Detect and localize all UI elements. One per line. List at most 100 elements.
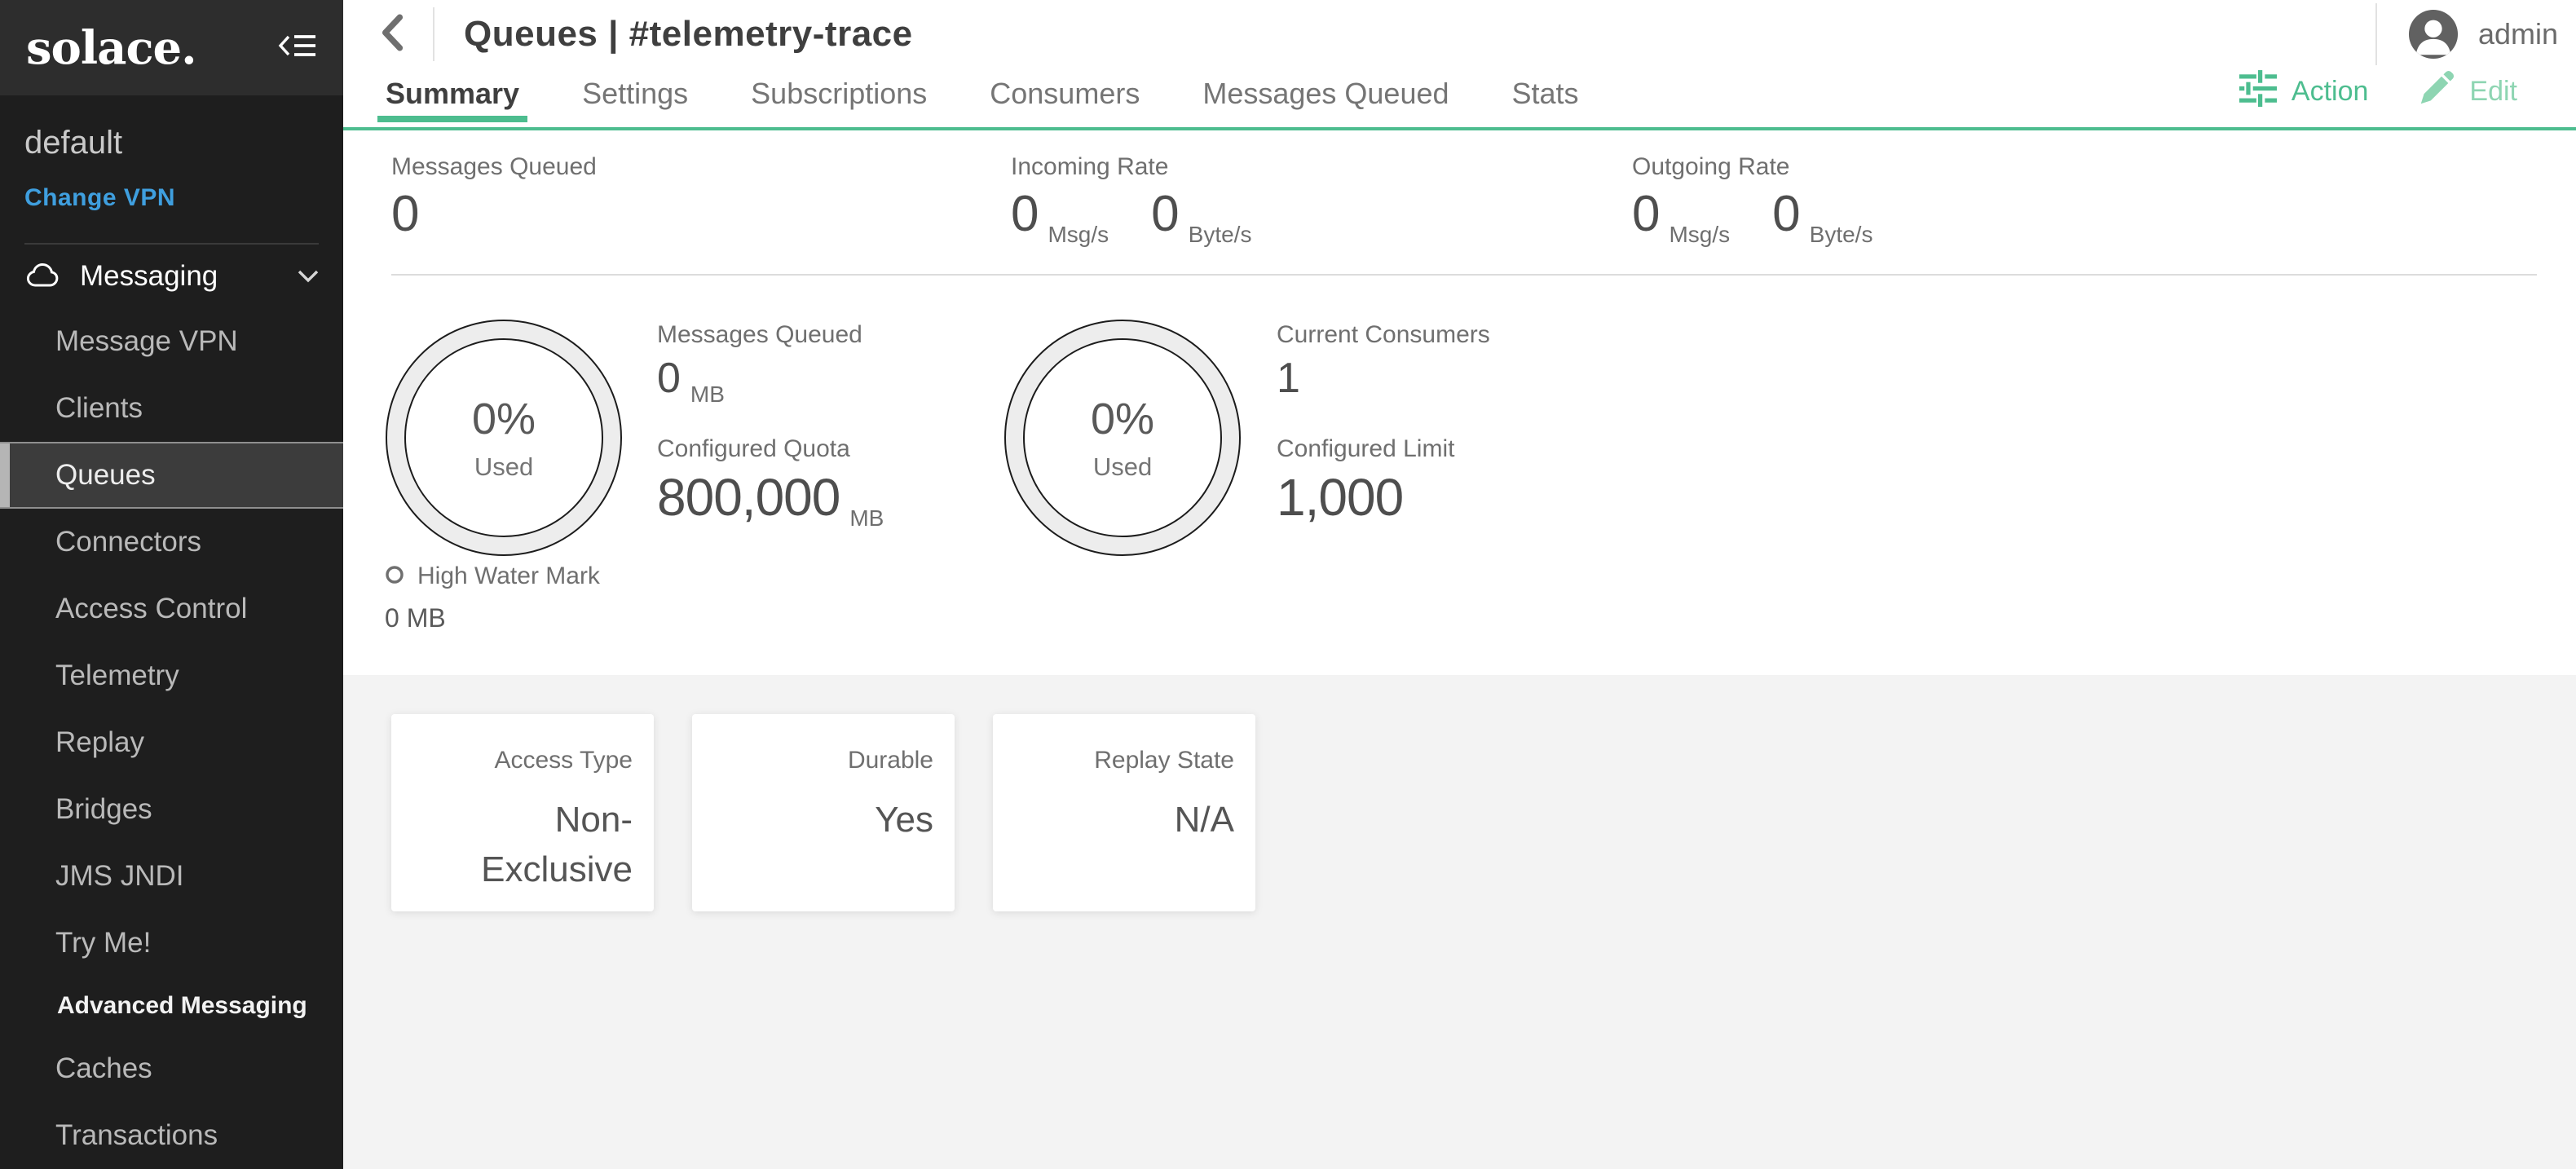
metric-value: 1 bbox=[1277, 357, 1300, 399]
stat-value: 0 bbox=[1772, 189, 1799, 240]
gauge-percent: 0% bbox=[472, 394, 536, 444]
edit-label: Edit bbox=[2469, 76, 2517, 108]
stat-value: 0 bbox=[1151, 189, 1178, 240]
metric-label: Configured Limit bbox=[1277, 435, 1490, 463]
stats-row: Messages Queued 0 Incoming Rate 0 Msg/s … bbox=[343, 130, 2576, 276]
card-value: Non-Exclusive bbox=[412, 796, 633, 894]
collapse-menu-icon bbox=[278, 31, 317, 64]
stat-unit: Msg/s bbox=[1048, 222, 1109, 248]
tab-actions: Action Edit bbox=[2239, 69, 2576, 127]
stat-unit: Byte/s bbox=[1189, 222, 1252, 248]
change-vpn-link[interactable]: Change VPN bbox=[24, 184, 175, 212]
consumers-usage-gauge: 0% Used bbox=[1003, 319, 1242, 557]
gauge-percent: 0% bbox=[1091, 394, 1154, 444]
stat-messages-queued: Messages Queued 0 bbox=[391, 153, 597, 240]
stat-unit: Byte/s bbox=[1810, 222, 1873, 248]
tab-messages-queued[interactable]: Messages Queued bbox=[1202, 77, 1449, 127]
gauges-row: 0% Used Messages Queued 0 MB Configured … bbox=[343, 276, 2576, 675]
tab-settings[interactable]: Settings bbox=[582, 77, 688, 127]
stat-label: Incoming Rate bbox=[1011, 153, 1251, 181]
sidebar-section-messaging[interactable]: Messaging bbox=[0, 245, 343, 308]
metric-label: Configured Quota bbox=[657, 435, 884, 463]
metric-unit: MB bbox=[849, 505, 884, 532]
card-label: Access Type bbox=[494, 747, 633, 774]
stat-incoming-rate: Incoming Rate 0 Msg/s 0 Byte/s bbox=[1011, 153, 1251, 240]
sidebar-nav: Message VPN Clients Queues Connectors Ac… bbox=[0, 308, 343, 1169]
stat-label: Messages Queued bbox=[391, 153, 597, 181]
stat-label: Outgoing Rate bbox=[1632, 153, 1872, 181]
sidebar-item-caches[interactable]: Caches bbox=[0, 1035, 343, 1102]
stat-unit: Msg/s bbox=[1669, 222, 1730, 248]
stat-value: 0 bbox=[1632, 189, 1659, 240]
cloud-icon bbox=[24, 261, 62, 293]
action-button[interactable]: Action bbox=[2239, 69, 2369, 114]
stat-outgoing-rate: Outgoing Rate 0 Msg/s 0 Byte/s bbox=[1632, 153, 1872, 240]
card-value: N/A bbox=[1175, 796, 1234, 845]
sidebar-item-message-vpn[interactable]: Message VPN bbox=[0, 308, 343, 375]
user-divider bbox=[2375, 3, 2377, 65]
edit-button[interactable]: Edit bbox=[2419, 70, 2517, 113]
tab-summary[interactable]: Summary bbox=[386, 77, 519, 127]
metric-value: 800,000 bbox=[657, 471, 840, 523]
stat-value: 0 bbox=[1011, 189, 1038, 240]
sidebar-item-access-control[interactable]: Access Control bbox=[0, 576, 343, 642]
user-menu[interactable]: admin bbox=[2375, 3, 2576, 65]
solace-logo: solace. bbox=[26, 21, 196, 75]
top-bar: Queues | #telemetry-trace admin bbox=[343, 0, 2576, 68]
card-access-type: Access Type Non-Exclusive bbox=[391, 714, 654, 911]
action-label: Action bbox=[2291, 76, 2369, 108]
gauge-percent-label: Used bbox=[1093, 452, 1152, 482]
stat-value: 0 bbox=[391, 189, 418, 240]
title-divider bbox=[433, 7, 434, 61]
username: admin bbox=[2478, 17, 2558, 51]
back-button[interactable] bbox=[343, 14, 405, 55]
metric-unit: MB bbox=[690, 382, 725, 408]
chevron-down-icon bbox=[298, 270, 319, 283]
user-avatar-icon bbox=[2408, 9, 2459, 60]
sidebar-item-replay[interactable]: Replay bbox=[0, 709, 343, 776]
high-water-mark: High Water Mark 0 MB bbox=[385, 562, 600, 633]
back-chevron-icon bbox=[379, 14, 405, 55]
sidebar-logo-bar: solace. bbox=[0, 0, 343, 95]
sidebar-collapse-button[interactable] bbox=[278, 31, 317, 64]
sidebar-item-connectors[interactable]: Connectors bbox=[0, 509, 343, 576]
sidebar-item-transactions[interactable]: Transactions bbox=[0, 1102, 343, 1169]
sidebar-item-telemetry[interactable]: Telemetry bbox=[0, 642, 343, 709]
metric-label: Current Consumers bbox=[1277, 321, 1490, 349]
pencil-icon bbox=[2419, 70, 2455, 113]
quota-metrics: Messages Queued 0 MB Configured Quota 80… bbox=[657, 321, 884, 523]
metric-label: Messages Queued bbox=[657, 321, 884, 349]
sidebar-item-try-me[interactable]: Try Me! bbox=[0, 910, 343, 977]
tab-consumers[interactable]: Consumers bbox=[990, 77, 1140, 127]
card-label: Replay State bbox=[1094, 747, 1234, 774]
tab-subscriptions[interactable]: Subscriptions bbox=[751, 77, 927, 127]
sidebar-item-jms-jndi[interactable]: JMS JNDI bbox=[0, 843, 343, 910]
card-value: Yes bbox=[875, 796, 933, 845]
vpn-block: default Change VPN bbox=[0, 95, 343, 245]
page-title: Queues | #telemetry-trace bbox=[464, 14, 913, 55]
high-water-mark-value: 0 MB bbox=[385, 603, 600, 633]
consumers-metrics: Current Consumers 1 Configured Limit 1,0… bbox=[1277, 321, 1490, 523]
gauge-percent-label: Used bbox=[474, 452, 533, 482]
summary-panel: Messages Queued 0 Incoming Rate 0 Msg/s … bbox=[343, 130, 2576, 675]
tab-stats[interactable]: Stats bbox=[1512, 77, 1579, 127]
sidebar-item-queues[interactable]: Queues bbox=[0, 442, 343, 509]
metric-value: 1,000 bbox=[1277, 471, 1403, 523]
card-replay-state: Replay State N/A bbox=[993, 714, 1255, 911]
tab-bar: Summary Settings Subscriptions Consumers… bbox=[343, 68, 2576, 130]
attributes-section: Access Type Non-Exclusive Durable Yes Re… bbox=[343, 675, 2576, 1169]
main-area: Queues | #telemetry-trace admin bbox=[343, 0, 2576, 1169]
high-water-mark-icon bbox=[385, 565, 404, 589]
high-water-mark-label: High Water Mark bbox=[417, 562, 600, 590]
card-label: Durable bbox=[848, 747, 933, 774]
sidebar-item-bridges[interactable]: Bridges bbox=[0, 776, 343, 843]
metric-value: 0 bbox=[657, 357, 681, 399]
sidebar-subsection-advanced-messaging: Advanced Messaging bbox=[0, 977, 343, 1035]
sidebar-item-clients[interactable]: Clients bbox=[0, 375, 343, 442]
current-vpn-name: default bbox=[24, 125, 319, 161]
quota-usage-gauge: 0% Used bbox=[385, 319, 623, 557]
app-root: solace. default Change VPN bbox=[0, 0, 2576, 1169]
sidebar-section-label: Messaging bbox=[80, 260, 218, 293]
sidebar: solace. default Change VPN bbox=[0, 0, 343, 1169]
card-durable: Durable Yes bbox=[692, 714, 955, 911]
